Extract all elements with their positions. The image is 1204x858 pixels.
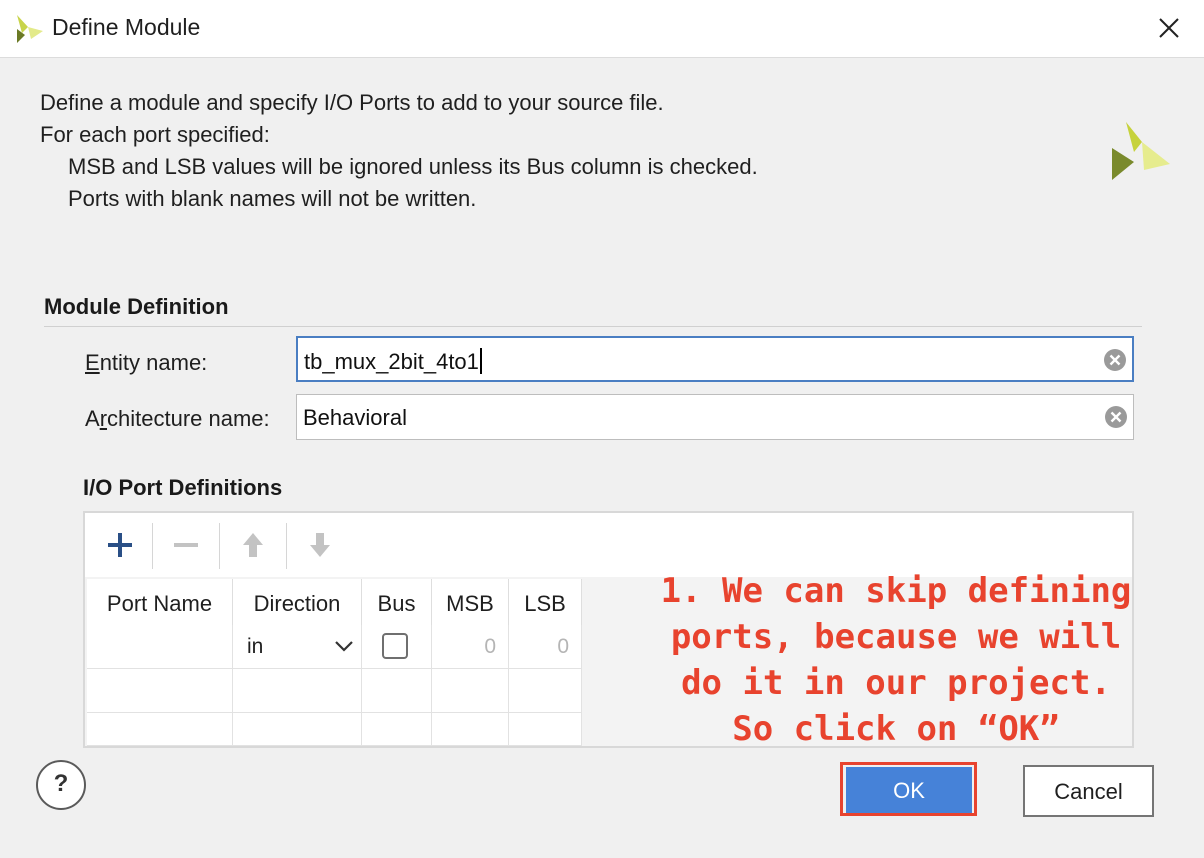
description-line-3: MSB and LSB values will be ignored unles… <box>68 154 758 179</box>
bus-checkbox[interactable] <box>382 633 408 659</box>
vivado-logo-icon <box>17 15 43 43</box>
io-port-definitions-title: I/O Port Definitions <box>83 475 283 500</box>
entity-name-field[interactable]: tb_mux_2bit_4to1 <box>296 336 1134 382</box>
entity-name-value: tb_mux_2bit_4to1 <box>304 349 479 374</box>
move-up-icon[interactable] <box>230 523 276 567</box>
table-row <box>509 669 582 713</box>
column-header-lsb[interactable]: LSB <box>509 579 582 625</box>
table-row <box>233 713 362 746</box>
add-icon[interactable] <box>97 523 143 567</box>
lsb-cell[interactable]: 0 <box>509 625 582 669</box>
table-row <box>432 713 509 746</box>
table-row <box>362 713 432 746</box>
tutorial-annotation: 1. We can skip defining ports, because w… <box>660 571 1132 749</box>
background-window-strip <box>0 846 1204 858</box>
bus-cell <box>362 625 432 669</box>
direction-select[interactable]: in <box>233 625 362 669</box>
msb-value: 0 <box>484 635 496 658</box>
table-row <box>87 669 233 713</box>
ok-button[interactable]: OK <box>846 767 972 813</box>
table-row <box>432 669 509 713</box>
table-row <box>509 713 582 746</box>
window-title: Define Module <box>52 14 201 40</box>
help-button[interactable]: ? <box>36 760 86 810</box>
toolbar-separator <box>152 523 153 569</box>
toolbar-separator <box>286 523 287 569</box>
table-row <box>87 713 233 746</box>
move-down-icon[interactable] <box>297 523 343 567</box>
vivado-brand-icon <box>1112 122 1170 180</box>
remove-icon[interactable] <box>163 523 209 567</box>
table-row <box>233 669 362 713</box>
column-header-msb[interactable]: MSB <box>432 579 509 625</box>
title-bar: Define Module <box>0 0 1204 58</box>
description-line-2: For each port specified: <box>40 122 270 147</box>
architecture-name-field[interactable]: Behavioral <box>296 394 1134 440</box>
column-header-direction[interactable]: Direction <box>233 579 362 625</box>
close-icon[interactable] <box>1150 10 1188 48</box>
cancel-button[interactable]: Cancel <box>1023 765 1154 817</box>
lsb-value: 0 <box>557 635 569 658</box>
module-definition-title: Module Definition <box>44 294 229 319</box>
column-header-bus[interactable]: Bus <box>362 579 432 625</box>
clear-architecture-icon[interactable] <box>1103 404 1129 430</box>
column-header-port-name[interactable]: Port Name <box>87 579 233 625</box>
description-line-1: Define a module and specify I/O Ports to… <box>40 90 664 115</box>
entity-name-label: Entity name: <box>85 350 208 375</box>
port-name-cell[interactable] <box>87 625 233 669</box>
msb-cell[interactable]: 0 <box>432 625 509 669</box>
description-line-4: Ports with blank names will not be writt… <box>68 186 477 211</box>
table-row <box>362 669 432 713</box>
chevron-down-icon <box>335 641 353 652</box>
clear-entity-icon[interactable] <box>1102 347 1128 373</box>
section-divider <box>44 326 1142 327</box>
architecture-name-label: Architecture name: <box>85 406 270 431</box>
architecture-name-value: Behavioral <box>303 405 407 430</box>
text-caret <box>479 348 482 374</box>
direction-value: in <box>247 635 264 658</box>
toolbar-separator <box>219 523 220 569</box>
